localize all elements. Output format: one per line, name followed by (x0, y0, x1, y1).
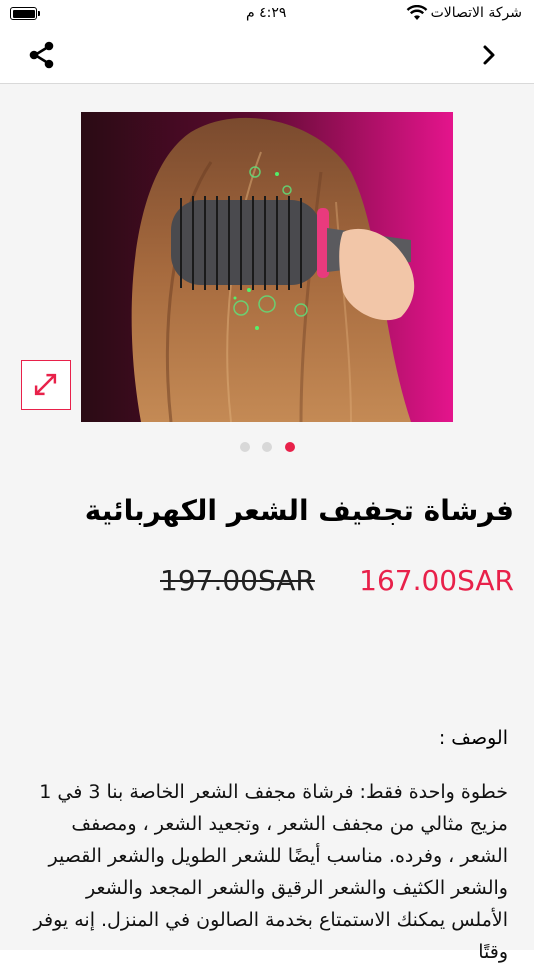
status-bar: ٤:٢٩ م شركة الاتصالات (0, 0, 534, 30)
product-details: فرشاة تجفيف الشعر الكهربائية 197.00SAR 1… (0, 84, 534, 963)
image-pagination (0, 442, 534, 454)
battery-icon (10, 7, 40, 20)
description-label: الوصف : (438, 727, 508, 749)
product-title: فرشاة تجفيف الشعر الكهربائية (84, 494, 514, 527)
product-image[interactable] (81, 112, 453, 422)
share-icon[interactable] (26, 39, 58, 71)
chevron-right-icon[interactable] (478, 42, 500, 68)
carrier-name: شركة الاتصالات (430, 5, 522, 21)
expand-image-button[interactable] (21, 360, 71, 410)
sale-price: 167.00SAR (359, 564, 514, 597)
nav-bar (0, 30, 534, 84)
description-text: خطوة واحدة فقط: فرشاة مجفف الشعر الخاصة … (33, 781, 508, 963)
expand-icon (34, 373, 57, 396)
wifi-icon (406, 5, 428, 20)
status-time: ٤:٢٩ م (246, 5, 287, 21)
pagination-dot[interactable] (262, 442, 272, 452)
pagination-dot[interactable] (240, 442, 250, 452)
pagination-dot-active[interactable] (285, 442, 295, 452)
original-price: 197.00SAR (160, 564, 315, 597)
